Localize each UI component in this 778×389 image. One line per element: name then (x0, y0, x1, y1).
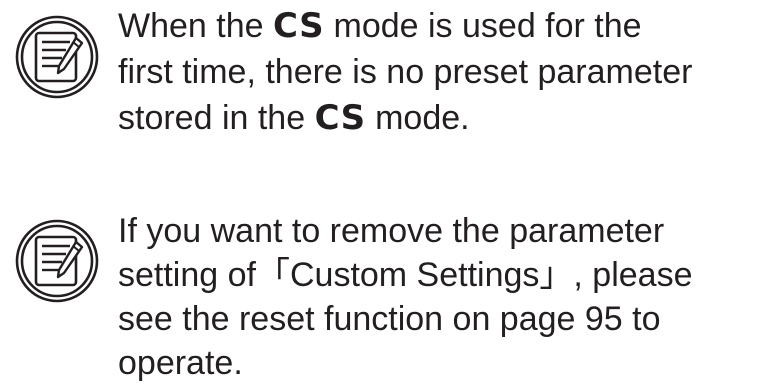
note-text: When the CS mode is used for the first t… (118, 3, 778, 141)
cs-mode-label: CS (314, 98, 366, 138)
note-line-2: setting of「Custom Settings」, please (118, 256, 693, 294)
note-line-4: operate. (118, 344, 243, 382)
note-text: If you want to remove the parameter sett… (118, 209, 778, 385)
cs-mode-label: CS (272, 6, 325, 46)
note-line-3: stored in the CS mode. (118, 98, 470, 138)
note-line-1: If you want to remove the parameter (118, 212, 665, 250)
note-line-2: first time, there is no preset parameter (118, 53, 693, 91)
note-pad-pencil-icon (15, 15, 99, 99)
note-pad-pencil-icon (15, 219, 99, 303)
note-line-3: see the reset function on page 95 to (118, 300, 661, 338)
note-line-1: When the CS mode is used for the (118, 6, 642, 46)
